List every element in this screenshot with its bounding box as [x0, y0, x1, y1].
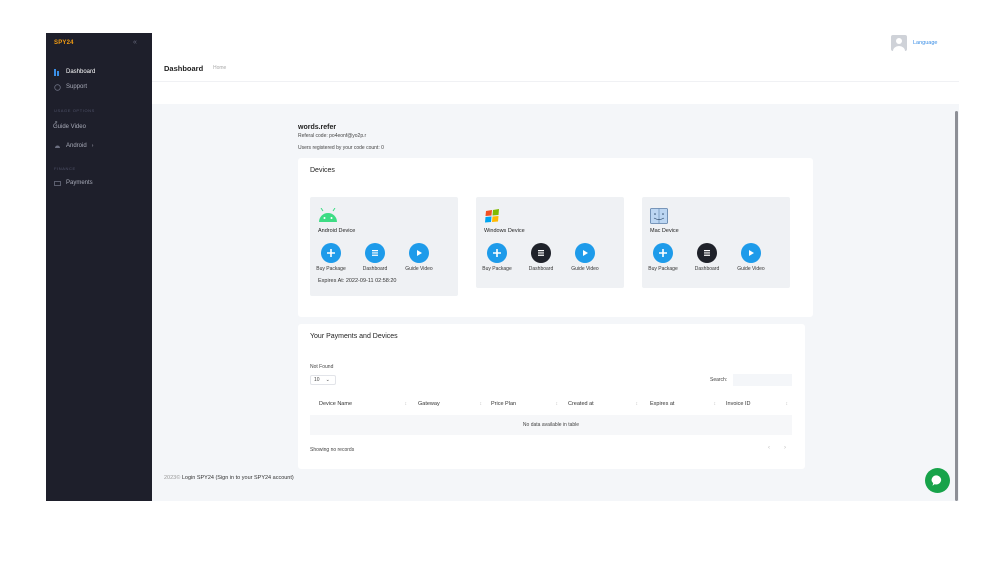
support-icon [54, 83, 61, 91]
section-heading-usage: USAGE OPTIONS [54, 108, 95, 113]
chevron-down-icon: › [91, 143, 94, 149]
chat-icon [931, 475, 942, 486]
wallet-icon [54, 180, 61, 187]
sidebar-item-android[interactable]: Android › [54, 140, 93, 152]
table-info: Showing no records [310, 447, 355, 453]
scrollbar[interactable] [955, 111, 958, 501]
sidebar-item-label: Support [66, 84, 88, 90]
next-page-button[interactable]: › [784, 445, 786, 451]
sidebar-item-dashboard[interactable]: Dashboard [54, 66, 95, 78]
column-header[interactable]: Device Name ↕ [319, 401, 407, 407]
android-dashboard-button[interactable]: Dashboard [358, 243, 392, 272]
grid-icon [54, 68, 61, 76]
footer-link[interactable]: Login SPY24 (Sign in to your SPY24 accou… [182, 475, 294, 481]
device-name: Windows Device [484, 228, 525, 234]
device-name: Mac Device [650, 228, 679, 234]
breadcrumb[interactable]: Home [213, 65, 226, 71]
user-name: words.refer [298, 124, 337, 131]
search-label: Search: [710, 377, 728, 383]
plus-icon [487, 243, 507, 263]
payments-card: Your Payments and Devices Not Found 10 ⌄… [298, 324, 805, 469]
column-header[interactable]: Price Plan ↕ [491, 401, 558, 407]
collapse-sidebar-icon[interactable]: « [133, 39, 137, 46]
sidebar-item-label: Dashboard [66, 69, 96, 75]
devices-card: Devices Android Device Buy Package Dashb… [298, 158, 813, 317]
sidebar: SPY24 « Dashboard Support USAGE OPTIONS … [46, 33, 152, 501]
sidebar-item-label: Guide Video [53, 124, 86, 130]
play-icon [575, 243, 595, 263]
android-device-card: Android Device Buy Package Dashboard Gui… [310, 197, 458, 296]
windows-device-card: Windows Device Buy Package Dashboard Gui… [476, 197, 624, 288]
page-size-select[interactable]: 10 ⌄ [310, 375, 336, 385]
subheader-bar [152, 81, 959, 104]
section-heading-finance: FINANCE [54, 166, 76, 171]
device-name: Android Device [318, 228, 356, 234]
mac-device-card: Mac Device Buy Package Dashboard Guide V… [642, 197, 790, 288]
column-header[interactable]: Gateway ↕ [418, 401, 482, 407]
play-icon [409, 243, 429, 263]
android-expires: Expires At: 2022-09-11 02:58:20 [318, 278, 397, 284]
windows-guide-video-button[interactable]: Guide Video [568, 243, 602, 272]
table-row: No data available in table [310, 415, 792, 435]
android-icon [318, 207, 338, 224]
sort-icon: ↕ [635, 401, 639, 407]
play-icon [741, 243, 761, 263]
registered-count: Users registered by your code count: 0 [298, 145, 384, 151]
windows-icon [484, 208, 504, 224]
logo: SPY24 [54, 40, 74, 46]
sort-icon: ↕ [555, 401, 559, 407]
android-buy-package-button[interactable]: Buy Package [314, 243, 348, 272]
sort-icon: ↕ [479, 401, 483, 407]
devices-title: Devices [310, 167, 335, 174]
apple-icon [650, 208, 670, 224]
sort-icon: ↕ [404, 401, 408, 407]
avatar-icon [893, 38, 905, 51]
windows-buy-package-button[interactable]: Buy Package [480, 243, 514, 272]
page-title: Dashboard [164, 64, 204, 73]
plus-icon [653, 243, 673, 263]
sort-icon: ↕ [713, 401, 717, 407]
android-guide-video-button[interactable]: Guide Video [402, 243, 436, 272]
search-input[interactable] [733, 374, 792, 386]
footer: 2023© Login SPY24 (Sign in to your SPY24… [164, 475, 294, 481]
sidebar-item-support[interactable]: Support [54, 81, 87, 93]
mac-buy-package-button[interactable]: Buy Package [646, 243, 680, 272]
sidebar-item-guide-video[interactable]: ▸ Guide Video [53, 120, 86, 134]
topbar: Dashboard Home Language [152, 33, 959, 81]
sidebar-item-label: Android [66, 143, 87, 149]
mac-dashboard-button[interactable]: Dashboard [690, 243, 724, 272]
footer-year: 2023© [164, 475, 181, 481]
column-header[interactable]: Invoice ID ↕ [726, 401, 788, 407]
avatar[interactable] [891, 35, 907, 51]
windows-dashboard-button[interactable]: Dashboard [524, 243, 558, 272]
list-icon [697, 243, 717, 263]
app-window: SPY24 « Dashboard Support USAGE OPTIONS … [46, 33, 959, 501]
sort-icon: ↕ [785, 401, 789, 407]
list-icon [365, 243, 385, 263]
referral-code: Referal code: po4eonf@yo2p.r [298, 133, 367, 139]
payments-title: Your Payments and Devices [310, 333, 398, 340]
chat-button[interactable] [925, 468, 950, 493]
sidebar-item-label: Payments [66, 180, 93, 186]
plus-icon [321, 243, 341, 263]
language-link[interactable]: Language [913, 40, 937, 46]
mac-guide-video-button[interactable]: Guide Video [734, 243, 768, 272]
column-header[interactable]: Expires at ↕ [650, 401, 716, 407]
sidebar-item-payments[interactable]: Payments [54, 177, 93, 189]
not-found-text: Not Found [310, 364, 334, 370]
list-icon [531, 243, 551, 263]
table-header: Device Name ↕ Gateway ↕ Price Plan ↕ Create… [310, 396, 792, 416]
column-header[interactable]: Created at ↕ [568, 401, 638, 407]
android-icon [54, 143, 61, 150]
chevron-down-icon: ⌄ [325, 377, 330, 383]
prev-page-button[interactable]: ‹ [768, 445, 770, 451]
